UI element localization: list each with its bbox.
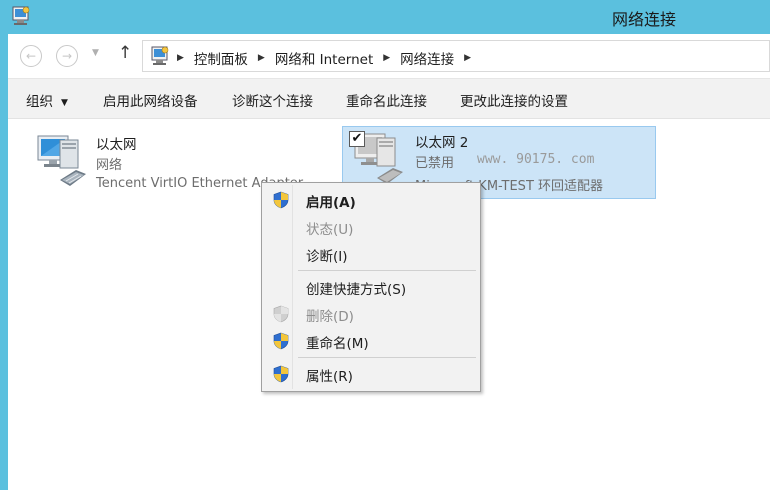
menu-item-label: 属性(R) bbox=[306, 369, 353, 385]
connection-status: 网络 bbox=[96, 158, 123, 173]
uac-shield-icon bbox=[273, 365, 289, 383]
uac-shield-icon bbox=[273, 191, 289, 209]
uac-shield-icon bbox=[273, 332, 289, 350]
context-menu: 启用(A) 状态(U) 诊断(I) 创建快捷方式(S) 删除(D) 重命名(M)… bbox=[261, 182, 481, 392]
window-title: 网络连接 bbox=[612, 10, 677, 29]
menu-item-label: 重命名(M) bbox=[306, 336, 369, 352]
menu-item-label: 创建快捷方式(S) bbox=[306, 282, 407, 298]
chevron-down-icon: ▼ bbox=[61, 98, 68, 108]
control-panel-icon bbox=[151, 46, 169, 65]
checkmark-icon: ✔ bbox=[351, 131, 363, 146]
menu-separator bbox=[298, 270, 476, 271]
uac-shield-icon bbox=[273, 305, 289, 323]
organize-menu-button[interactable]: 组织 ▼ bbox=[26, 90, 68, 110]
breadcrumb-control-panel[interactable]: 控制面板 bbox=[194, 48, 248, 68]
selection-checkbox[interactable]: ✔ bbox=[349, 131, 365, 147]
menu-item-label: 启用(A) bbox=[306, 195, 356, 211]
rename-connection-button[interactable]: 重命名此连接 bbox=[346, 90, 427, 110]
chevron-right-icon[interactable]: ▶ bbox=[177, 53, 184, 63]
menu-item-diagnose[interactable]: 诊断(I) bbox=[264, 241, 478, 267]
watermark-text: www. 90175. com bbox=[477, 152, 595, 167]
menu-item-properties[interactable]: 属性(R) bbox=[264, 361, 478, 387]
address-bar[interactable]: ▶ 控制面板 ▶ 网络和 Internet ▶ 网络连接 ▶ bbox=[142, 40, 770, 72]
enable-device-button[interactable]: 启用此网络设备 bbox=[103, 90, 198, 110]
network-adapter-icon bbox=[37, 135, 86, 186]
organize-label: 组织 bbox=[26, 94, 53, 110]
menu-separator bbox=[298, 357, 476, 358]
forward-arrow-icon[interactable]: → bbox=[56, 45, 78, 67]
menu-item-enable[interactable]: 启用(A) bbox=[264, 187, 478, 213]
breadcrumb: ▶ 控制面板 ▶ 网络和 Internet ▶ 网络连接 ▶ bbox=[177, 48, 481, 68]
navigation-bar: ← → ▼ ↑ ▶ 控制面板 ▶ 网络和 Internet ▶ 网络连接 ▶ bbox=[8, 34, 770, 78]
up-arrow-icon[interactable]: ↑ bbox=[118, 43, 132, 63]
menu-item-status[interactable]: 状态(U) bbox=[264, 214, 478, 240]
network-connections-window: 网络连接 ← → ▼ ↑ ▶ 控制面板 ▶ 网络和 Internet ▶ 网络连… bbox=[0, 0, 770, 490]
chevron-right-icon[interactable]: ▶ bbox=[383, 53, 390, 63]
change-settings-button[interactable]: 更改此连接的设置 bbox=[460, 90, 568, 110]
diagnose-connection-button[interactable]: 诊断这个连接 bbox=[232, 90, 313, 110]
menu-item-label: 删除(D) bbox=[306, 309, 354, 325]
window-frame-left bbox=[0, 0, 8, 490]
menu-item-label: 诊断(I) bbox=[306, 249, 348, 265]
chevron-down-icon[interactable]: ▼ bbox=[92, 48, 99, 58]
chevron-right-icon[interactable]: ▶ bbox=[258, 53, 265, 63]
command-bar: 组织 ▼ 启用此网络设备 诊断这个连接 重命名此连接 更改此连接的设置 bbox=[8, 79, 770, 119]
chevron-right-icon[interactable]: ▶ bbox=[464, 53, 471, 63]
connections-list: 以太网 网络 Tencent VirtIO Ethernet Adapter ✔… bbox=[8, 120, 770, 490]
menu-item-delete[interactable]: 删除(D) bbox=[264, 301, 478, 327]
title-bar[interactable]: 网络连接 bbox=[0, 0, 770, 34]
connection-name: 以太网 bbox=[96, 137, 137, 153]
menu-item-create-shortcut[interactable]: 创建快捷方式(S) bbox=[264, 274, 478, 300]
back-arrow-icon[interactable]: ← bbox=[20, 45, 42, 67]
breadcrumb-network-connections[interactable]: 网络连接 bbox=[400, 48, 454, 68]
breadcrumb-network-internet[interactable]: 网络和 Internet bbox=[275, 48, 373, 68]
control-panel-icon bbox=[12, 6, 30, 25]
connection-status: 已禁用 bbox=[415, 156, 455, 171]
connection-name: 以太网 2 bbox=[415, 135, 469, 151]
menu-item-rename[interactable]: 重命名(M) bbox=[264, 328, 478, 354]
menu-item-label: 状态(U) bbox=[306, 222, 354, 238]
